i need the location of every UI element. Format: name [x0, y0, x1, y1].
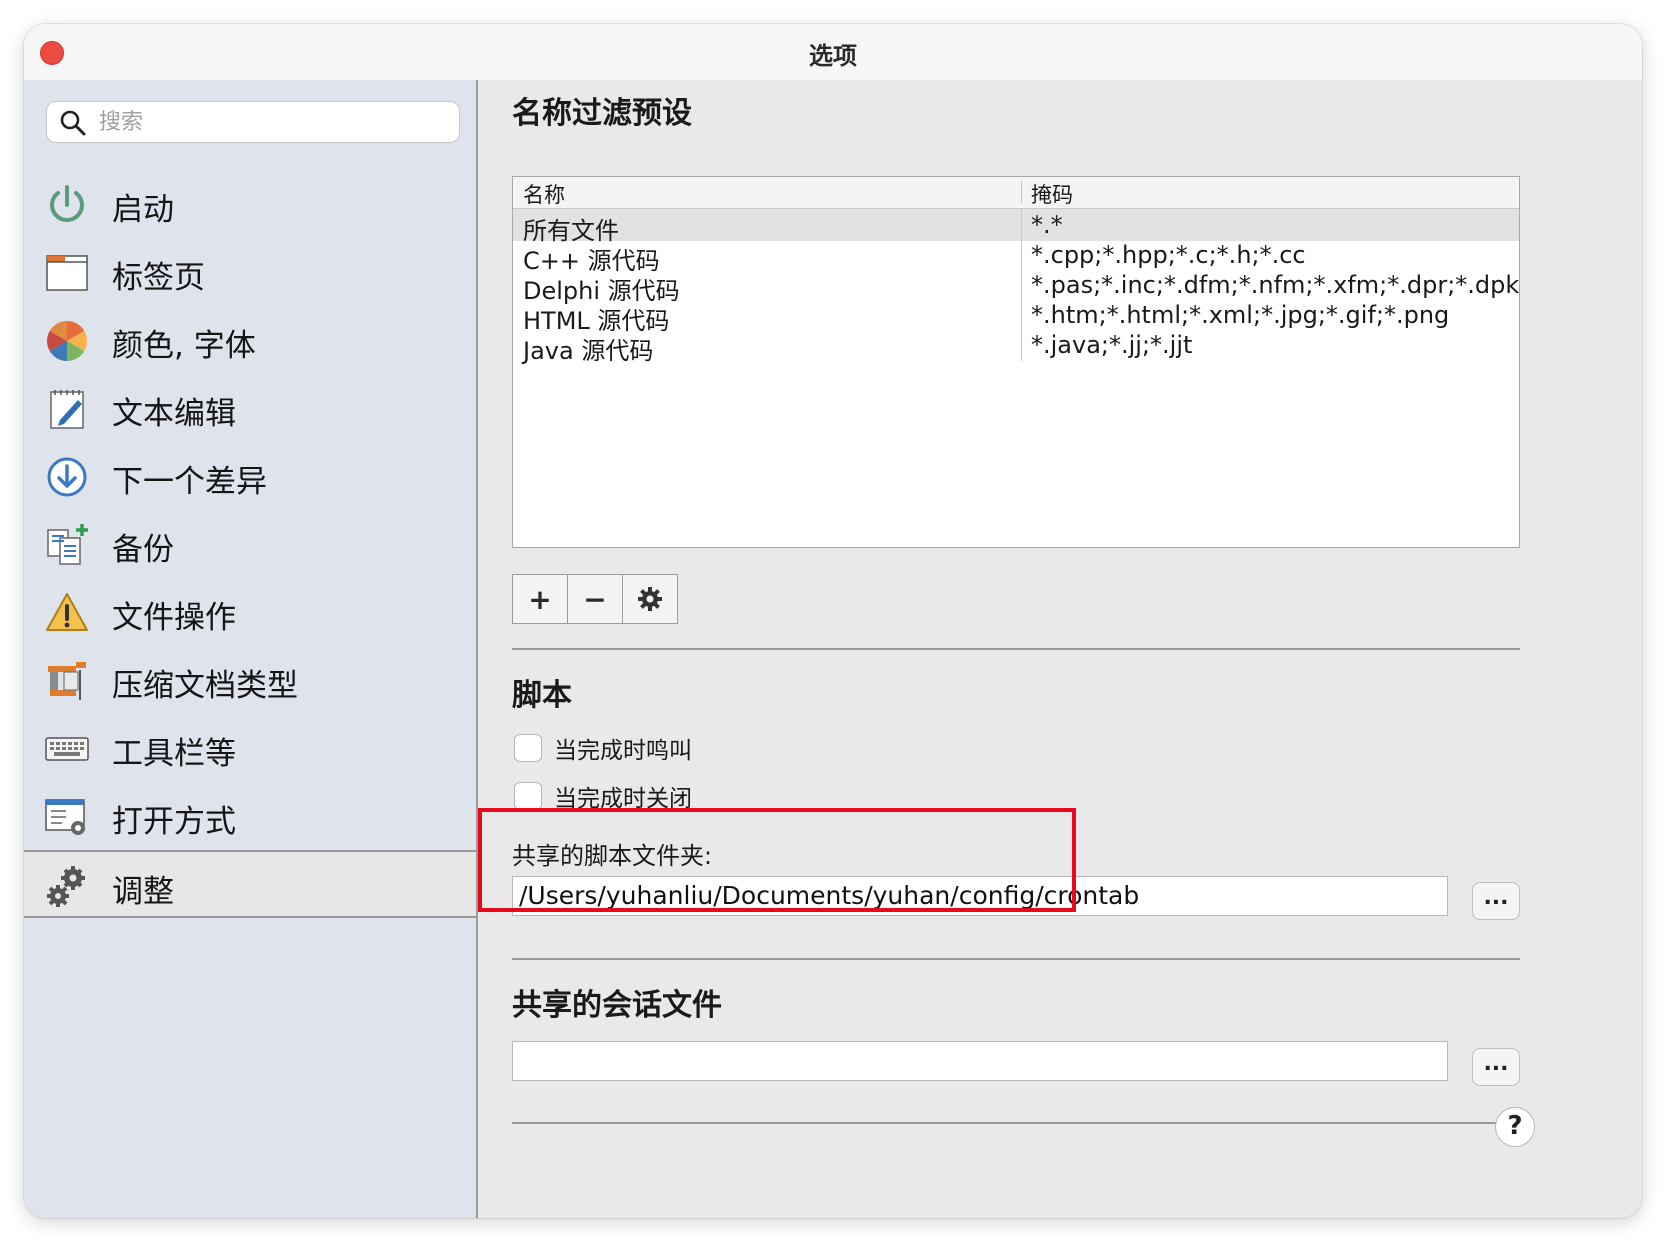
window-title: 选项 [809, 42, 857, 70]
sidebar-item-label: 备份 [112, 532, 174, 568]
sidebar-item-backup[interactable]: 备份 [24, 510, 476, 578]
sidebar-item-label: 文本编辑 [112, 396, 236, 432]
sidebar-item-label: 标签页 [112, 260, 205, 296]
shared-session-file-field[interactable] [512, 1041, 1448, 1081]
color-wheel-icon [47, 321, 87, 361]
warning-triangle-icon [46, 593, 88, 631]
section-divider [512, 1122, 1520, 1124]
archive-clamp-icon [48, 662, 86, 700]
preset-button-group: + − [512, 574, 678, 624]
sidebar-item-colors-fonts[interactable]: 颜色, 字体 [24, 306, 476, 374]
main-panel: 名称过滤预设 名称 掩码 所有文件 *.* C++ 源代码 *.cpp;*.hp… [480, 80, 1642, 1218]
browse-session-file-button[interactable]: ... [1472, 1048, 1520, 1086]
table-row[interactable]: 所有文件 *.* [513, 209, 1519, 245]
annotation-highlight-box [478, 808, 1076, 912]
table-row[interactable]: Delphi 源代码 *.pas;*.inc;*.dfm;*.nfm;*.xfm… [513, 269, 1520, 305]
sidebar-item-startup[interactable]: 启动 [24, 170, 476, 238]
title-bar: 选项 [24, 24, 1642, 80]
search-input[interactable] [99, 106, 439, 138]
search-box[interactable] [46, 101, 460, 143]
sidebar-item-label: 打开方式 [112, 804, 236, 840]
preset-settings-button[interactable] [622, 574, 678, 624]
sidebar-item-label: 启动 [112, 192, 174, 228]
filter-presets-heading: 名称过滤预设 [512, 96, 692, 131]
column-header-mask[interactable]: 掩码 [1031, 179, 1073, 209]
table-row[interactable]: HTML 源代码 *.htm;*.html;*.xml;*.jpg;*.gif;… [513, 299, 1519, 335]
filter-presets-table[interactable]: 名称 掩码 所有文件 *.* C++ 源代码 *.cpp;*.hpp;*.c;*… [512, 176, 1520, 548]
sidebar-item-label: 工具栏等 [112, 736, 236, 772]
sidebar-item-label: 调整 [112, 874, 174, 910]
sidebar-item-toolbars[interactable]: 工具栏等 [24, 714, 476, 782]
keyboard-icon [45, 737, 89, 761]
beep-on-finish-checkbox[interactable] [514, 734, 542, 762]
sidebar-item-tweaks[interactable]: 调整 [24, 850, 476, 918]
sidebar: 启动 标签页 颜色, 字体 [24, 80, 478, 1218]
row-mask: *.htm;*.html;*.xml;*.jpg;*.gif;*.png [1031, 301, 1450, 329]
row-mask: *.java;*.jj;*.jjt [1031, 331, 1193, 359]
sidebar-item-archive-types[interactable]: 压缩文档类型 [24, 646, 476, 714]
beep-on-finish-label: 当完成时鸣叫 [554, 738, 692, 764]
gears-icon [47, 866, 85, 907]
sidebar-item-open-with[interactable]: 打开方式 [24, 782, 476, 850]
gear-icon [638, 587, 662, 611]
sidebar-item-label: 文件操作 [112, 600, 236, 636]
script-heading: 脚本 [512, 678, 572, 713]
session-heading: 共享的会话文件 [512, 988, 722, 1023]
help-button[interactable]: ? [1495, 1107, 1535, 1147]
section-divider [512, 648, 1520, 650]
options-window: 选项 启动 标 [24, 24, 1642, 1218]
table-row[interactable]: Java 源代码 *.java;*.jj;*.jjt [513, 329, 1519, 365]
sidebar-item-text-editing[interactable]: 文本编辑 [24, 374, 476, 442]
row-mask: *.pas;*.inc;*.dfm;*.nfm;*.xfm;*.dpr;*.dp… [1031, 271, 1520, 299]
beep-on-finish-option[interactable]: 当完成时鸣叫 [514, 732, 692, 764]
sidebar-item-file-operations[interactable]: 文件操作 [24, 578, 476, 646]
column-divider [1021, 209, 1022, 361]
documents-plus-icon [47, 524, 88, 565]
sidebar-item-tabs[interactable]: 标签页 [24, 238, 476, 306]
add-preset-button[interactable]: + [512, 574, 568, 624]
sidebar-nav: 启动 标签页 颜色, 字体 文本编辑 下一个差异 备份 文件操作 压缩文档类型 … [24, 170, 476, 918]
remove-preset-button[interactable]: − [567, 574, 623, 624]
sidebar-item-label: 压缩文档类型 [112, 668, 298, 704]
notepad-pencil-icon [50, 390, 84, 429]
browse-script-folder-button[interactable]: ... [1472, 882, 1520, 920]
sidebar-item-next-difference[interactable]: 下一个差异 [24, 442, 476, 510]
sidebar-item-label: 下一个差异 [112, 464, 267, 500]
row-mask: *.* [1031, 211, 1063, 239]
arrow-down-circle-icon [47, 457, 87, 497]
section-divider [512, 958, 1520, 960]
window-gear-icon [45, 799, 85, 835]
row-mask: *.cpp;*.hpp;*.c;*.h;*.cc [1031, 241, 1306, 269]
close-on-finish-checkbox[interactable] [514, 782, 542, 810]
search-icon [60, 110, 86, 136]
column-header-name[interactable]: 名称 [523, 179, 565, 209]
row-name: Java 源代码 [523, 337, 654, 365]
column-separator [1021, 181, 1022, 203]
tabs-window-icon [46, 255, 88, 291]
power-icon [50, 185, 84, 222]
table-header: 名称 掩码 [513, 177, 1519, 209]
table-row[interactable]: C++ 源代码 *.cpp;*.hpp;*.c;*.h;*.cc [513, 239, 1519, 275]
sidebar-item-label: 颜色, 字体 [112, 328, 256, 364]
